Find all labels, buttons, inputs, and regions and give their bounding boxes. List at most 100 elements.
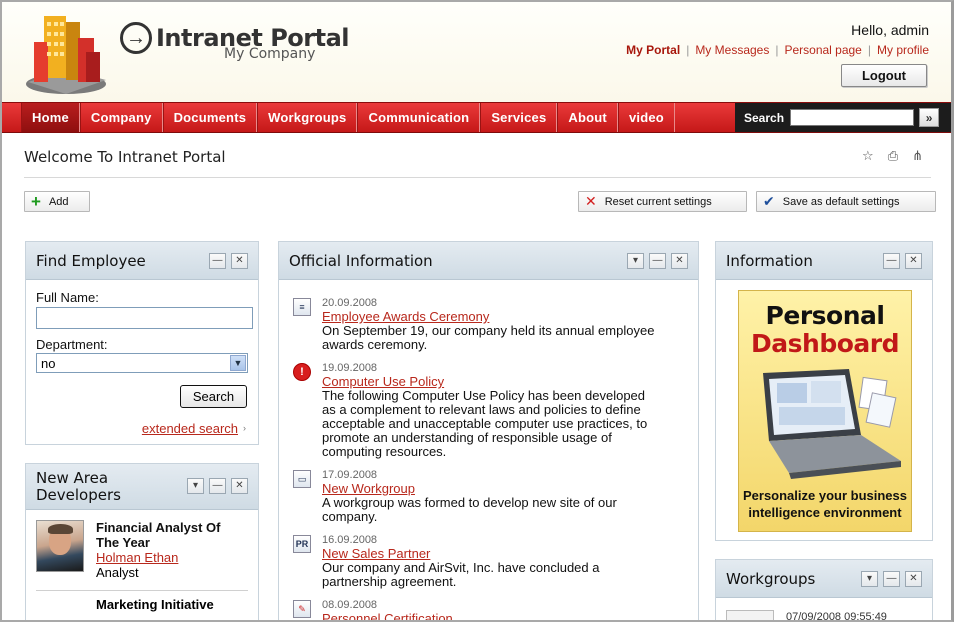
search-input[interactable]	[790, 109, 915, 126]
nav-communication[interactable]: Communication	[357, 103, 481, 132]
laptop-icon	[763, 369, 901, 479]
department-value: no	[41, 356, 56, 371]
news-item: PR 16.09.2008 New Sales Partner Our comp…	[293, 533, 684, 589]
nav-video[interactable]: video	[617, 103, 675, 132]
nav-documents[interactable]: Documents	[162, 103, 258, 132]
separator: |	[867, 43, 871, 57]
news-title-link[interactable]: New Sales Partner	[322, 547, 600, 561]
reset-settings-button[interactable]: ✕ Reset current settings	[578, 191, 747, 212]
official-information-panel: Official Information ▾ — ✕ ≡ 20.09.2008 …	[278, 241, 699, 621]
nav-services[interactable]: Services	[480, 103, 558, 132]
separator: |	[686, 43, 690, 57]
certificate-icon: ✎	[293, 600, 311, 618]
news-title-link[interactable]: New Workgroup	[322, 482, 617, 496]
alert-icon: !	[293, 363, 311, 381]
news-title-link[interactable]: Computer Use Policy	[322, 375, 647, 389]
news-item: ▭ 17.09.2008 New Workgroup A workgroup w…	[293, 468, 684, 524]
print-icon[interactable]: ⎙	[888, 148, 898, 164]
dropdown-icon[interactable]: ▾	[627, 253, 644, 269]
banner-caption: Personalize your business	[742, 488, 907, 503]
news-text-line: On September 19, our company held its an…	[322, 323, 655, 338]
nav-company[interactable]: Company	[79, 103, 163, 132]
workgroup-item: 07/09/2008 09:55:49	[716, 598, 932, 622]
search-go-button[interactable]: »	[919, 108, 940, 127]
chevron-down-icon[interactable]: ▼	[230, 355, 246, 371]
panel-title: Find Employee	[36, 251, 146, 270]
panel-header: Workgroups ▾ — ✕	[716, 560, 932, 598]
arrow-right-icon: →	[120, 22, 152, 54]
banner-title: Personal	[765, 301, 885, 330]
news-date: 20.09.2008	[322, 297, 378, 309]
save-default-button[interactable]: ✔ Save as default settings	[756, 191, 936, 212]
minimize-icon[interactable]: —	[209, 478, 226, 494]
page-title: Welcome To Intranet Portal	[24, 148, 226, 166]
employee-search-button[interactable]: Search	[180, 385, 247, 408]
award-title: The Year	[96, 535, 150, 550]
link-my-portal[interactable]: My Portal	[626, 43, 680, 57]
company-name: My Company	[224, 46, 316, 62]
nav-workgroups[interactable]: Workgroups	[257, 103, 358, 132]
close-icon[interactable]: ✕	[905, 571, 922, 587]
sitemap-icon[interactable]: ⋔	[912, 148, 923, 164]
banner-title: Dashboard	[751, 329, 899, 358]
pr-icon: PR	[293, 535, 311, 553]
close-icon[interactable]: ✕	[231, 478, 248, 494]
star-icon[interactable]: ☆	[862, 148, 874, 164]
panel-header: New Area Developers ▾ — ✕	[26, 464, 258, 510]
full-name-label: Full Name:	[36, 290, 99, 305]
news-item: ! 19.09.2008 Computer Use Policy The fol…	[293, 361, 684, 459]
close-icon[interactable]: ✕	[905, 253, 922, 269]
news-date: 19.09.2008	[322, 362, 378, 374]
news-title-link[interactable]: Employee Awards Ceremony	[322, 310, 654, 324]
banner-caption: intelligence environment	[748, 505, 902, 520]
panel-title: New Area Developers	[36, 468, 121, 504]
news-text-line: acceptable and unacceptable computer use…	[322, 416, 648, 431]
new-area-developers-panel: New Area Developers ▾ — ✕ Financial Anal…	[25, 463, 259, 620]
link-personal-page[interactable]: Personal page	[784, 43, 861, 57]
dropdown-icon[interactable]: ▾	[861, 571, 878, 587]
minimize-icon[interactable]: —	[883, 571, 900, 587]
dropdown-icon[interactable]: ▾	[187, 478, 204, 494]
separator: |	[775, 43, 779, 57]
department-select[interactable]: no ▼	[36, 353, 248, 373]
save-label: Save as default settings	[782, 195, 900, 208]
news-date: 17.09.2008	[322, 469, 378, 481]
browser-frame: → Intranet Portal My Company Hello, admi…	[0, 0, 954, 622]
plus-icon: +	[31, 191, 41, 211]
nav-home[interactable]: Home	[21, 103, 80, 132]
workgroup-timestamp: 07/09/2008 09:55:49	[786, 611, 887, 622]
link-my-profile[interactable]: My profile	[877, 43, 929, 57]
minimize-icon[interactable]: —	[209, 253, 226, 269]
minimize-icon[interactable]: —	[649, 253, 666, 269]
panel-title-line: New Area	[36, 468, 109, 487]
document-icon: ≡	[293, 298, 311, 316]
employee-role: Analyst	[96, 565, 139, 580]
building-logo-icon	[26, 16, 106, 94]
close-icon[interactable]: ✕	[671, 253, 688, 269]
greeting: Hello, admin	[851, 22, 929, 38]
award-title: Financial Analyst Of	[96, 520, 221, 535]
extended-search-link[interactable]: extended search	[142, 421, 238, 436]
logout-button[interactable]: Logout	[841, 64, 927, 87]
title-tools: ☆ ⎙ ⋔	[862, 148, 923, 164]
link-my-messages[interactable]: My Messages	[695, 43, 769, 57]
cross-icon: ✕	[585, 193, 597, 209]
minimize-icon[interactable]: —	[883, 253, 900, 269]
nav-search: Search »	[735, 103, 951, 132]
full-name-field[interactable]	[36, 307, 253, 329]
news-title-link[interactable]: Personnel Certification	[322, 612, 453, 621]
news-item: ✎ 08.09.2008 Personnel Certification	[293, 598, 684, 621]
add-button[interactable]: + Add	[24, 191, 90, 212]
employee-link[interactable]: Holman Ethan	[96, 550, 221, 565]
panel-title: Workgroups	[726, 569, 816, 588]
personal-dashboard-banner[interactable]: Personal Dashboard Personalize your busi…	[738, 290, 912, 532]
nav-about[interactable]: About	[557, 103, 618, 132]
close-icon[interactable]: ✕	[231, 253, 248, 269]
news-item: ≡ 20.09.2008 Employee Awards Ceremony On…	[293, 296, 684, 352]
panel-title-line: Developers	[36, 485, 121, 504]
department-label: Department:	[36, 337, 108, 352]
news-text-line: The following Computer Use Policy has be…	[322, 388, 646, 403]
computer-icon: ▭	[293, 470, 311, 488]
divider	[24, 177, 931, 178]
news-text-line: company.	[322, 509, 378, 524]
